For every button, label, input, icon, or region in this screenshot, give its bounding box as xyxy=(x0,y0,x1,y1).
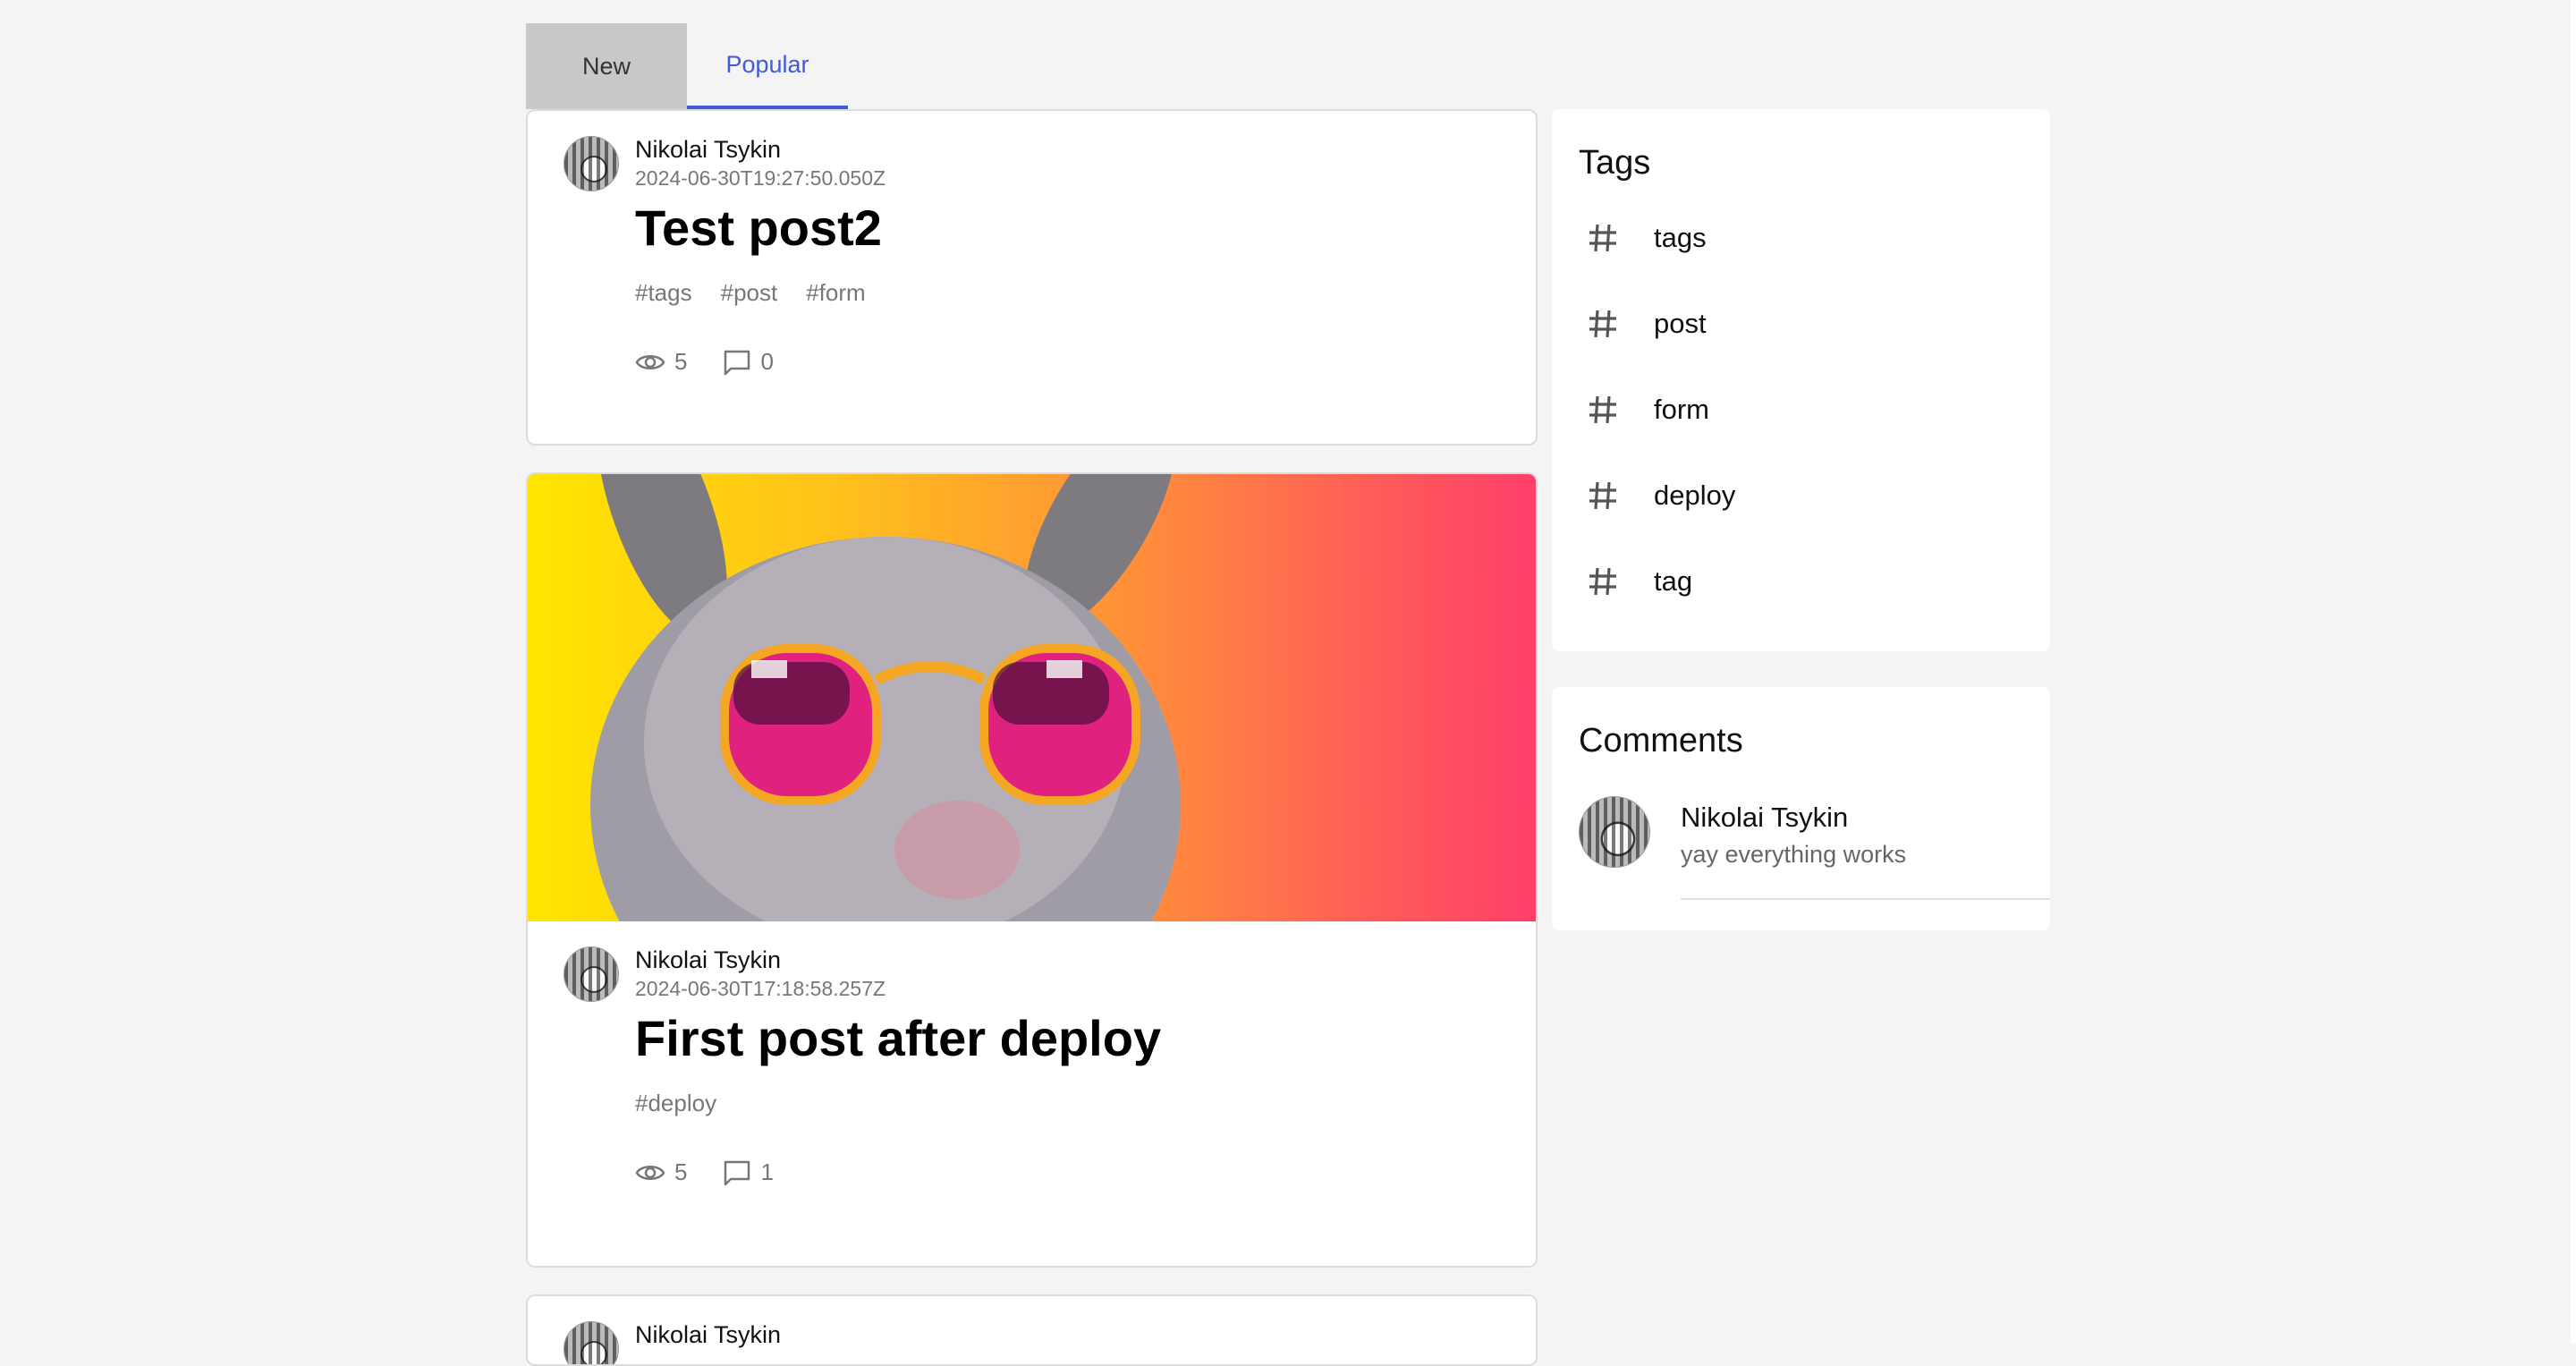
comments-panel: Comments Nikolai Tsykin yay everything w… xyxy=(1552,687,2050,930)
comments-stat: 0 xyxy=(723,348,774,376)
post-body: Nikolai Tsykin 2024-06-30T19:27:50.050Z … xyxy=(528,111,1536,376)
post-tags: #tags #post #form xyxy=(635,279,1536,307)
post-card[interactable]: Nikolai Tsykin 2024-06-30T17:18:58.257Z … xyxy=(526,472,1538,1268)
post-tags: #deploy xyxy=(635,1090,1536,1117)
post-card[interactable]: Nikolai Tsykin 2024-06-30T19:27:50.050Z … xyxy=(526,109,1538,445)
sidebar-tag-label: deploy xyxy=(1654,479,1736,511)
views-count: 5 xyxy=(674,348,688,375)
sidebar-tag-item[interactable]: form xyxy=(1552,367,2050,453)
avatar[interactable] xyxy=(1579,796,1650,868)
post-title[interactable]: Test post2 xyxy=(635,197,1536,259)
tag-list: tags post form deploy tag xyxy=(1552,195,2050,624)
views-stat: 5 xyxy=(635,348,687,376)
sidebar-tag-label: form xyxy=(1654,394,1709,425)
comments-count: 1 xyxy=(760,1158,774,1185)
post-tag[interactable]: #form xyxy=(806,279,865,307)
post-body: Nikolai Tsykin 2024-06-30T17:18:58.257Z … xyxy=(528,921,1536,1186)
hash-icon xyxy=(1552,222,1654,254)
window-edge xyxy=(2571,0,2576,1344)
hash-icon xyxy=(1552,479,1654,512)
avatar[interactable] xyxy=(564,136,619,191)
hash-icon xyxy=(1552,394,1654,426)
sidebar-tag-item[interactable]: tags xyxy=(1552,195,2050,281)
comments-panel-title: Comments xyxy=(1579,722,1743,759)
post-author: Nikolai Tsykin xyxy=(635,946,782,973)
comments-count: 0 xyxy=(760,348,774,375)
post-author: Nikolai Tsykin xyxy=(635,136,782,163)
comment-text: yay everything works xyxy=(1681,841,1907,868)
hash-icon xyxy=(1552,565,1654,598)
avatar[interactable] xyxy=(564,946,619,1002)
comment-icon xyxy=(723,1159,751,1186)
sidebar-tag-label: tags xyxy=(1654,222,1707,253)
eye-icon xyxy=(635,1162,665,1184)
post-tag[interactable]: #tags xyxy=(635,279,692,307)
avatar[interactable] xyxy=(564,1321,619,1364)
post-author: Nikolai Tsykin xyxy=(635,1321,782,1348)
post-card[interactable]: Nikolai Tsykin xyxy=(526,1294,1538,1366)
divider xyxy=(1681,898,2050,900)
tab-new[interactable]: New xyxy=(526,23,687,109)
feed-tabs: New Popular xyxy=(526,23,848,109)
eye-icon xyxy=(635,352,665,373)
post-stats: 5 1 xyxy=(635,1158,1536,1186)
post-body: Nikolai Tsykin xyxy=(528,1296,1536,1364)
comments-stat: 1 xyxy=(723,1158,774,1186)
post-title[interactable]: First post after deploy xyxy=(635,1007,1536,1070)
sidebar-tag-item[interactable]: tag xyxy=(1552,539,2050,624)
rabbit-sunglasses-image xyxy=(590,474,1181,921)
comment-item[interactable]: Nikolai Tsykin yay everything works xyxy=(1552,796,2050,900)
post-tag[interactable]: #post xyxy=(721,279,778,307)
comment-author: Nikolai Tsykin xyxy=(1681,802,1849,833)
sidebar-tag-item[interactable]: deploy xyxy=(1552,453,2050,539)
tab-popular[interactable]: Popular xyxy=(687,23,848,109)
post-stats: 5 0 xyxy=(635,348,1536,376)
post-date: 2024-06-30T19:27:50.050Z xyxy=(635,166,886,190)
views-count: 5 xyxy=(674,1158,688,1185)
post-cover-image[interactable] xyxy=(528,474,1536,921)
hash-icon xyxy=(1552,308,1654,340)
views-stat: 5 xyxy=(635,1158,687,1186)
tags-panel-title: Tags xyxy=(1579,144,1651,182)
comment-icon xyxy=(723,349,751,376)
sidebar-tag-label: tag xyxy=(1654,565,1693,597)
tags-panel: Tags tags post form deploy tag xyxy=(1552,109,2050,651)
sidebar-tag-label: post xyxy=(1654,308,1707,339)
sidebar-tag-item[interactable]: post xyxy=(1552,281,2050,367)
post-tag[interactable]: #deploy xyxy=(635,1090,716,1117)
post-date: 2024-06-30T17:18:58.257Z xyxy=(635,977,886,1000)
